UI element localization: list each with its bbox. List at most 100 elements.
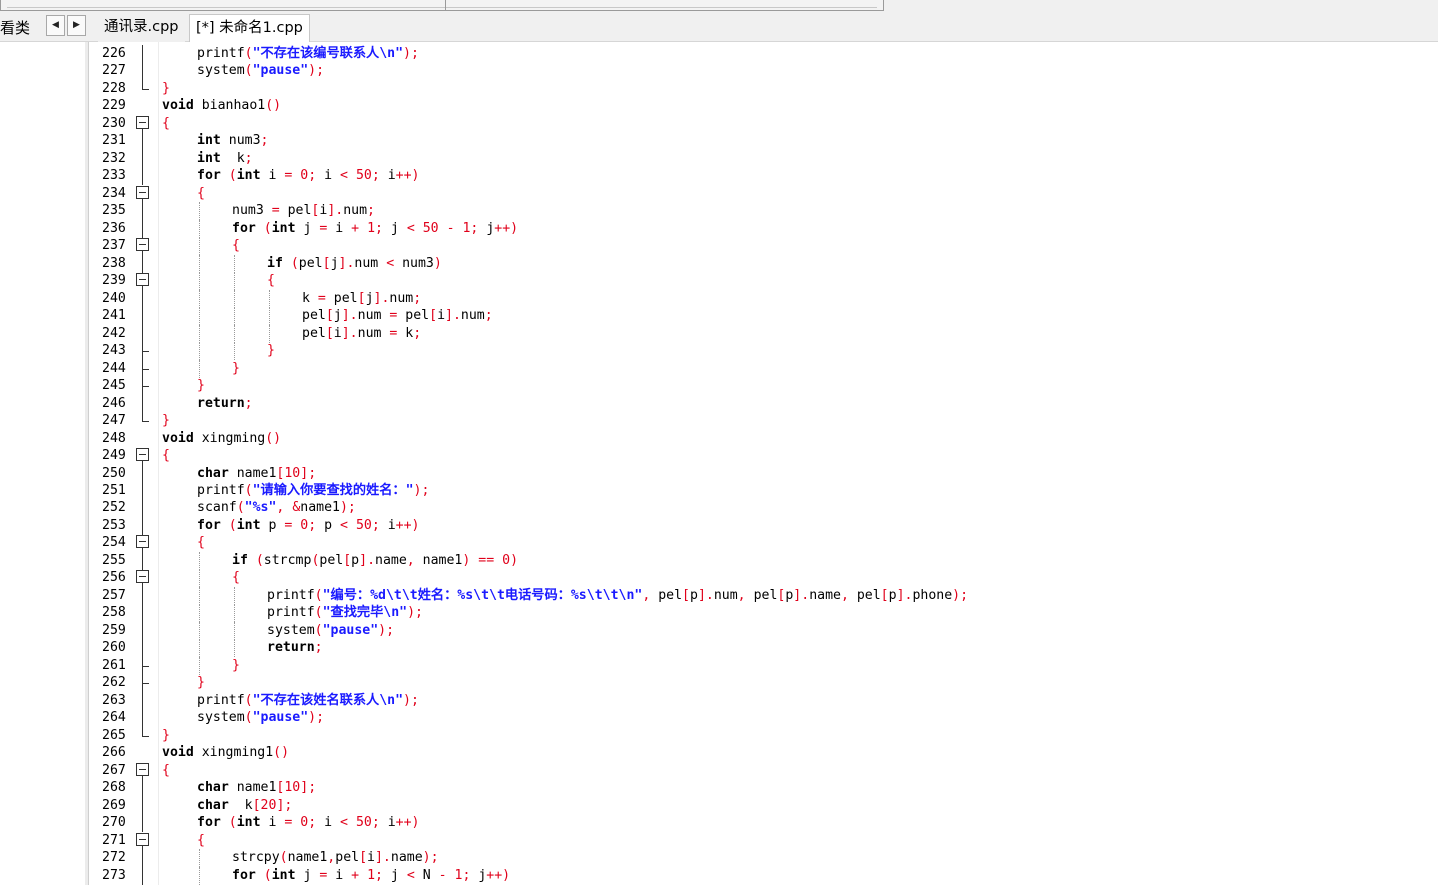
indent-guide	[269, 289, 271, 308]
code-token: [	[325, 308, 334, 324]
code-token: printf	[267, 587, 315, 603]
toolbar-combo-box[interactable]	[0, 0, 884, 11]
code-token: for	[197, 168, 221, 184]
code-line[interactable]: 263 printf("不存在该姓名联系人\n");	[95, 691, 1438, 710]
code-line[interactable]: 230 {	[95, 115, 1438, 133]
code-token: return	[267, 640, 315, 656]
code-line[interactable]: 247}	[95, 412, 1438, 430]
tab-untitled1-cpp[interactable]: [*] 未命名1.cpp	[189, 14, 310, 42]
code-line[interactable]: 255 if (strcmp(pel[p].name, name1) == 0)	[95, 551, 1438, 570]
code-line[interactable]: 235 num3 = pel[i].num;	[95, 202, 1438, 221]
fold-collapse-icon[interactable]	[135, 762, 151, 780]
code-line[interactable]: 231 int num3;	[95, 132, 1438, 151]
code-line[interactable]: 271 {	[95, 832, 1438, 850]
code-line[interactable]: 264 system("pause");	[95, 709, 1438, 728]
code-line[interactable]: 257 printf("编号：%d\t\t姓名：%s\t\t电话号码：%s\t\t…	[95, 586, 1438, 605]
code-line[interactable]: 233 for (int i = 0; i < 50; i++)	[95, 167, 1438, 186]
minus-box-icon[interactable]	[136, 185, 149, 199]
class-browser-panel[interactable]	[0, 42, 89, 885]
code-line[interactable]: 242 pel[i].num = k;	[95, 324, 1438, 343]
code-line[interactable]: 256 {	[95, 569, 1438, 588]
class-browser-tab[interactable]: 看类	[0, 16, 30, 40]
line-number: 264	[102, 710, 126, 726]
code-line[interactable]: 253 for (int p = 0; p < 50; i++)	[95, 516, 1438, 535]
minus-box-icon[interactable]	[136, 762, 149, 776]
code-line[interactable]: 226 printf("不存在该编号联系人\n");	[95, 45, 1438, 63]
code-line[interactable]: 260 return;	[95, 639, 1438, 658]
code-token: (	[314, 587, 323, 603]
code-token: system	[267, 622, 315, 638]
code-line[interactable]: 240 k = pel[j].num;	[95, 289, 1438, 308]
fold-line	[135, 779, 151, 798]
code-line[interactable]: 239 {	[95, 272, 1438, 291]
fold-collapse-icon[interactable]	[135, 534, 151, 553]
code-line[interactable]: 228}	[95, 79, 1438, 98]
code-line[interactable]: 269 char k[20];	[95, 796, 1438, 815]
code-line[interactable]: 234 {	[95, 185, 1438, 203]
fold-collapse-icon[interactable]	[135, 272, 151, 291]
fold-collapse-icon[interactable]	[135, 569, 151, 588]
minus-box-icon[interactable]	[136, 570, 149, 584]
code-line[interactable]: 254 {	[95, 534, 1438, 553]
minus-box-icon[interactable]	[136, 273, 149, 287]
code-token: ;	[308, 168, 317, 184]
minus-box-icon[interactable]	[136, 115, 149, 129]
code-token: ;	[371, 517, 380, 533]
code-line[interactable]: 266 void xingming1()	[95, 744, 1438, 762]
code-token: i	[260, 168, 285, 184]
code-text: {	[162, 762, 170, 780]
code-line[interactable]: 243}	[95, 342, 1438, 361]
code-line[interactable]: 272 strcpy(name1,pel[i].name);	[95, 849, 1438, 868]
code-line[interactable]: 250 char name1[10];	[95, 464, 1438, 483]
code-token: for	[197, 517, 221, 533]
fold-collapse-icon[interactable]	[135, 185, 151, 203]
code-line[interactable]: 229 void bianhao1()	[95, 97, 1438, 115]
minus-box-icon[interactable]	[136, 238, 149, 252]
code-line[interactable]: 237 {	[95, 237, 1438, 256]
code-line[interactable]: 267 {	[95, 762, 1438, 780]
code-line[interactable]: 265}	[95, 726, 1438, 745]
tab-scroll-right-button[interactable]: ▶	[67, 15, 86, 36]
code-line[interactable]: 252 scanf("%s", &name1);	[95, 499, 1438, 518]
fold-collapse-icon[interactable]	[135, 447, 151, 466]
minus-box-icon[interactable]	[136, 448, 149, 462]
code-line[interactable]: 232 int k;	[95, 149, 1438, 168]
code-line[interactable]: 249 {	[95, 447, 1438, 466]
code-token: scanf	[197, 500, 237, 516]
code-line[interactable]: 268 char name1[10];	[95, 779, 1438, 798]
code-text: printf("不存在该姓名联系人\n");	[197, 692, 419, 710]
code-line[interactable]: 246 return;	[95, 394, 1438, 413]
code-token: ;	[367, 203, 375, 219]
minus-box-icon[interactable]	[136, 832, 149, 846]
fold-line	[135, 149, 151, 168]
code-line[interactable]: 259 system("pause");	[95, 621, 1438, 640]
code-line[interactable]: 273 for (int j = i + 1; j < N - 1; j++)	[95, 866, 1438, 885]
code-line[interactable]: 241 pel[j].num = pel[i].num;	[95, 307, 1438, 326]
code-token: void	[162, 430, 194, 446]
code-line[interactable]: 261}	[95, 656, 1438, 675]
code-line[interactable]: 251 printf("请输入你要查找的姓名：");	[95, 482, 1438, 500]
code-line[interactable]: 244}	[95, 359, 1438, 378]
code-editor[interactable]: 226 printf("不存在该编号联系人\n"); 227 system("paus…	[95, 42, 1438, 885]
tab-scroll-left-button[interactable]: ◀	[46, 15, 65, 36]
code-line[interactable]: 270 for (int i = 0; i < 50; i++)	[95, 814, 1438, 833]
code-line[interactable]: 245}	[95, 377, 1438, 396]
code-line[interactable]: 236 for (int j = i + 1; j < 50 - 1; j++)	[95, 219, 1438, 238]
code-line[interactable]: 227 system("pause");	[95, 62, 1438, 81]
code-token: if	[232, 552, 248, 568]
fold-line	[135, 324, 151, 343]
code-line[interactable]: 248 void xingming()	[95, 430, 1438, 448]
fold-collapse-icon[interactable]	[135, 832, 151, 850]
fold-collapse-icon[interactable]	[135, 237, 151, 256]
fold-collapse-icon[interactable]	[135, 115, 151, 133]
fold-line	[135, 394, 151, 413]
code-token: int	[197, 150, 221, 166]
tab-tongxunlu-cpp[interactable]: 通讯录.cpp	[98, 14, 185, 42]
code-line[interactable]: 238 if (pel[j].num < num3)	[95, 254, 1438, 273]
code-line[interactable]: 258 printf("查找完毕\n");	[95, 604, 1438, 623]
minus-box-icon[interactable]	[136, 535, 149, 549]
code-token: ;	[260, 133, 269, 149]
code-line[interactable]: 262}	[95, 674, 1438, 693]
code-token: pel	[319, 552, 344, 568]
